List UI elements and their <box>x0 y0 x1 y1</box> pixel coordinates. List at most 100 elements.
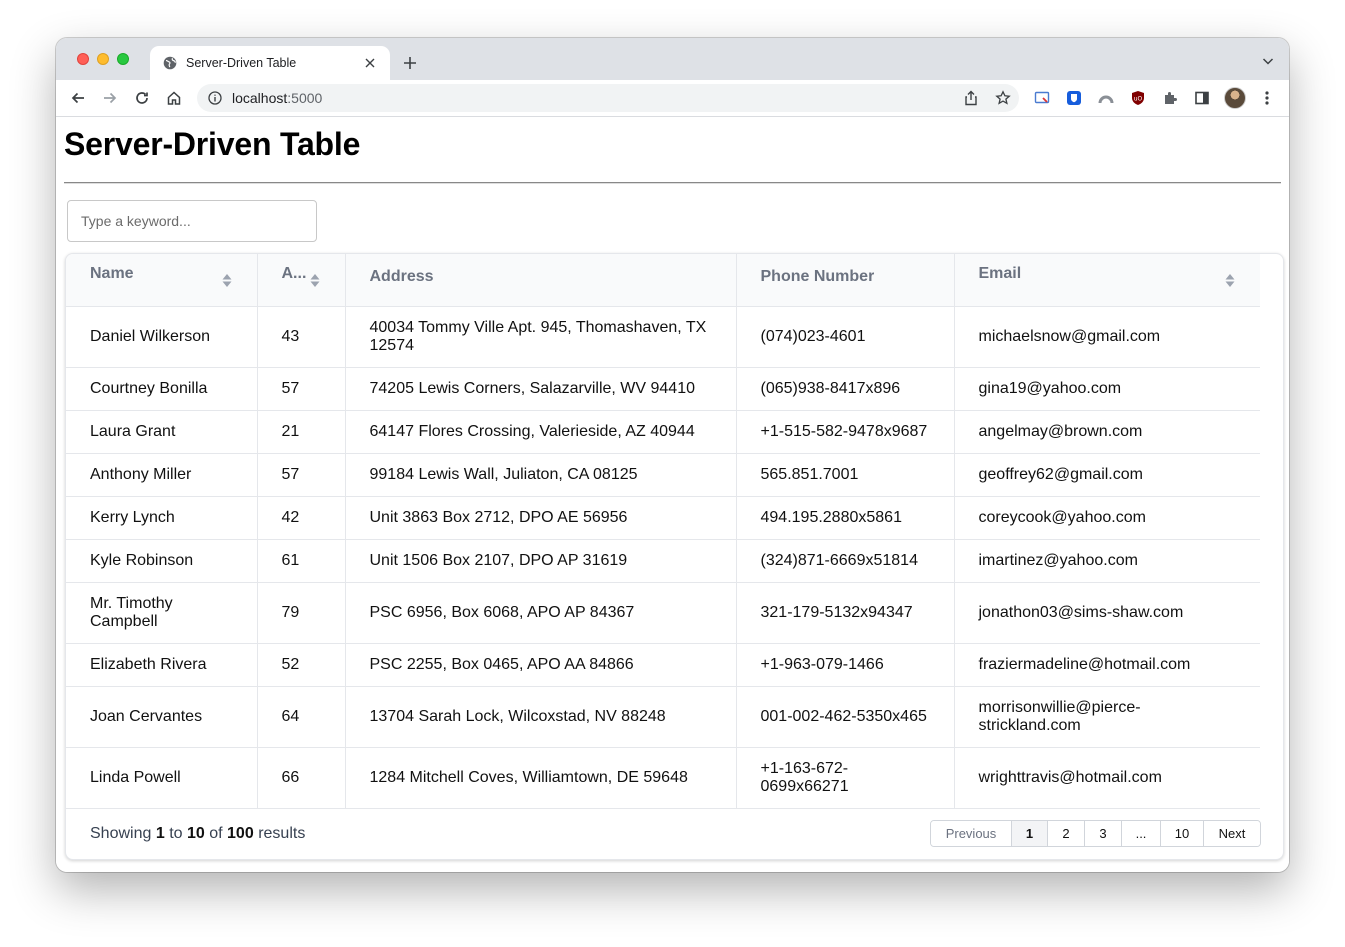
title-divider <box>64 182 1281 184</box>
sort-icon[interactable] <box>310 273 320 288</box>
new-tab-icon[interactable] <box>400 53 420 73</box>
page-button-10[interactable]: 10 <box>1161 821 1204 846</box>
cell-age: 21 <box>257 410 346 454</box>
cell-phone: 001-002-462-5350x465 <box>736 686 955 748</box>
cell-phone: 321-179-5132x94347 <box>736 582 955 644</box>
cell-name: Kerry Lynch <box>66 496 258 540</box>
bookmark-star-icon[interactable] <box>995 90 1011 106</box>
page-button-3[interactable]: 3 <box>1085 821 1122 846</box>
results-summary: Showing 1 to 10 of 100 results <box>90 825 305 843</box>
search-input[interactable] <box>67 200 317 242</box>
forward-icon[interactable] <box>100 88 120 108</box>
cell-address: PSC 6956, Box 6068, APO AP 84367 <box>345 582 737 644</box>
cell-name: Anthony Miller <box>66 453 258 497</box>
cell-phone: 565.851.7001 <box>736 453 955 497</box>
tab-strip: Server-Driven Table <box>56 38 1289 80</box>
chevron-down-icon[interactable] <box>1261 54 1275 68</box>
close-window-button[interactable] <box>77 53 89 65</box>
table-row: Mr. Timothy Campbell 79 PSC 6956, Box 60… <box>66 582 1260 644</box>
column-header-age[interactable]: A... <box>257 254 346 307</box>
ublock-extension-icon[interactable]: uO <box>1129 89 1147 107</box>
url-port: :5000 <box>287 90 323 106</box>
cell-age: 61 <box>257 539 346 583</box>
cell-age: 57 <box>257 367 346 411</box>
column-header-label: Email <box>978 265 1022 283</box>
cell-name: Laura Grant <box>66 410 258 454</box>
range-from: 1 <box>155 825 165 842</box>
table-row: Kyle Robinson 61 Unit 1506 Box 2107, DPO… <box>66 539 1260 583</box>
cell-name: Elizabeth Rivera <box>66 643 258 687</box>
cell-email: jonathon03@sims-shaw.com <box>954 582 1260 644</box>
info-icon[interactable] <box>208 91 222 105</box>
cell-age: 64 <box>257 686 346 748</box>
url-text: localhost:5000 <box>232 90 322 106</box>
share-icon[interactable] <box>963 90 979 106</box>
column-header-phone: Phone Number <box>736 254 955 307</box>
next-page-button[interactable]: Next <box>1204 821 1260 846</box>
table-row: Courtney Bonilla 57 74205 Lewis Corners,… <box>66 367 1260 411</box>
cell-email: wrighttravis@hotmail.com <box>954 747 1260 809</box>
to-word: to <box>169 825 183 842</box>
page-ellipsis-button[interactable]: ... <box>1122 821 1161 846</box>
column-header-name[interactable]: Name <box>66 254 258 307</box>
cell-name: Courtney Bonilla <box>66 367 258 411</box>
table-row: Anthony Miller 57 99184 Lewis Wall, Juli… <box>66 453 1260 497</box>
cell-age: 52 <box>257 643 346 687</box>
cell-phone: 494.195.2880x5861 <box>736 496 955 540</box>
kebab-menu-icon[interactable] <box>1258 89 1276 107</box>
bitwarden-extension-icon[interactable] <box>1065 89 1083 107</box>
cell-email: gina19@yahoo.com <box>954 367 1260 411</box>
minimize-window-button[interactable] <box>97 53 109 65</box>
globe-icon <box>163 56 177 70</box>
cell-email: michaelsnow@gmail.com <box>954 306 1260 368</box>
cell-phone: (065)938-8417x896 <box>736 367 955 411</box>
cell-address: PSC 2255, Box 0465, APO AA 84866 <box>345 643 737 687</box>
cell-email: fraziermadeline@hotmail.com <box>954 643 1260 687</box>
page-button-2[interactable]: 2 <box>1048 821 1085 846</box>
back-icon[interactable] <box>68 88 88 108</box>
range-to: 10 <box>186 825 205 842</box>
close-tab-icon[interactable] <box>362 55 378 71</box>
profile-avatar[interactable] <box>1224 87 1246 109</box>
column-header-email[interactable]: Email <box>954 254 1260 307</box>
data-table-card: Name A... Address Phone Number Email Dan… <box>65 253 1284 860</box>
home-icon[interactable] <box>164 88 184 108</box>
previous-page-button[interactable]: Previous <box>931 821 1012 846</box>
sort-icon[interactable] <box>222 273 232 288</box>
puzzle-extensions-icon[interactable] <box>1161 89 1179 107</box>
cell-email: coreycook@yahoo.com <box>954 496 1260 540</box>
cell-address: Unit 1506 Box 2107, DPO AP 31619 <box>345 539 737 583</box>
cell-phone: +1-963-079-1466 <box>736 643 955 687</box>
cell-phone: (074)023-4601 <box>736 306 955 368</box>
cell-address: 40034 Tommy Ville Apt. 945, Thomashaven,… <box>345 306 737 368</box>
sort-icon[interactable] <box>1225 273 1235 288</box>
showing-prefix: Showing <box>90 825 152 842</box>
browser-tab[interactable]: Server-Driven Table <box>150 46 390 80</box>
arc-extension-icon[interactable] <box>1097 89 1115 107</box>
screen-reader-extension-icon[interactable] <box>1033 89 1051 107</box>
browser-window: Server-Driven Table localhost:5000 uO Se… <box>56 38 1289 872</box>
address-bar[interactable]: localhost:5000 <box>197 84 1019 112</box>
svg-text:uO: uO <box>1134 96 1143 103</box>
cell-address: 74205 Lewis Corners, Salazarville, WV 94… <box>345 367 737 411</box>
cell-name: Joan Cervantes <box>66 686 258 748</box>
browser-toolbar: localhost:5000 uO <box>56 80 1289 117</box>
cell-address: 1284 Mitchell Coves, Williamtown, DE 596… <box>345 747 737 809</box>
table-header-row: Name A... Address Phone Number Email <box>66 254 1260 307</box>
cell-age: 57 <box>257 453 346 497</box>
column-header-label: Phone Number <box>760 268 875 286</box>
page-title: Server-Driven Table <box>64 126 361 162</box>
maximize-window-button[interactable] <box>117 53 129 65</box>
table-row: Daniel Wilkerson 43 40034 Tommy Ville Ap… <box>66 306 1260 368</box>
of-word: of <box>209 825 223 842</box>
pagination: Previous 1 2 3 ... 10 Next <box>930 820 1261 847</box>
page-button-1[interactable]: 1 <box>1012 821 1048 846</box>
side-panel-icon[interactable] <box>1193 89 1211 107</box>
column-header-label: A... <box>281 265 307 283</box>
column-header-label: Address <box>369 268 434 286</box>
table-row: Elizabeth Rivera 52 PSC 2255, Box 0465, … <box>66 643 1260 687</box>
cell-email: angelmay@brown.com <box>954 410 1260 454</box>
reload-icon[interactable] <box>132 88 152 108</box>
cell-name: Kyle Robinson <box>66 539 258 583</box>
cell-age: 79 <box>257 582 346 644</box>
